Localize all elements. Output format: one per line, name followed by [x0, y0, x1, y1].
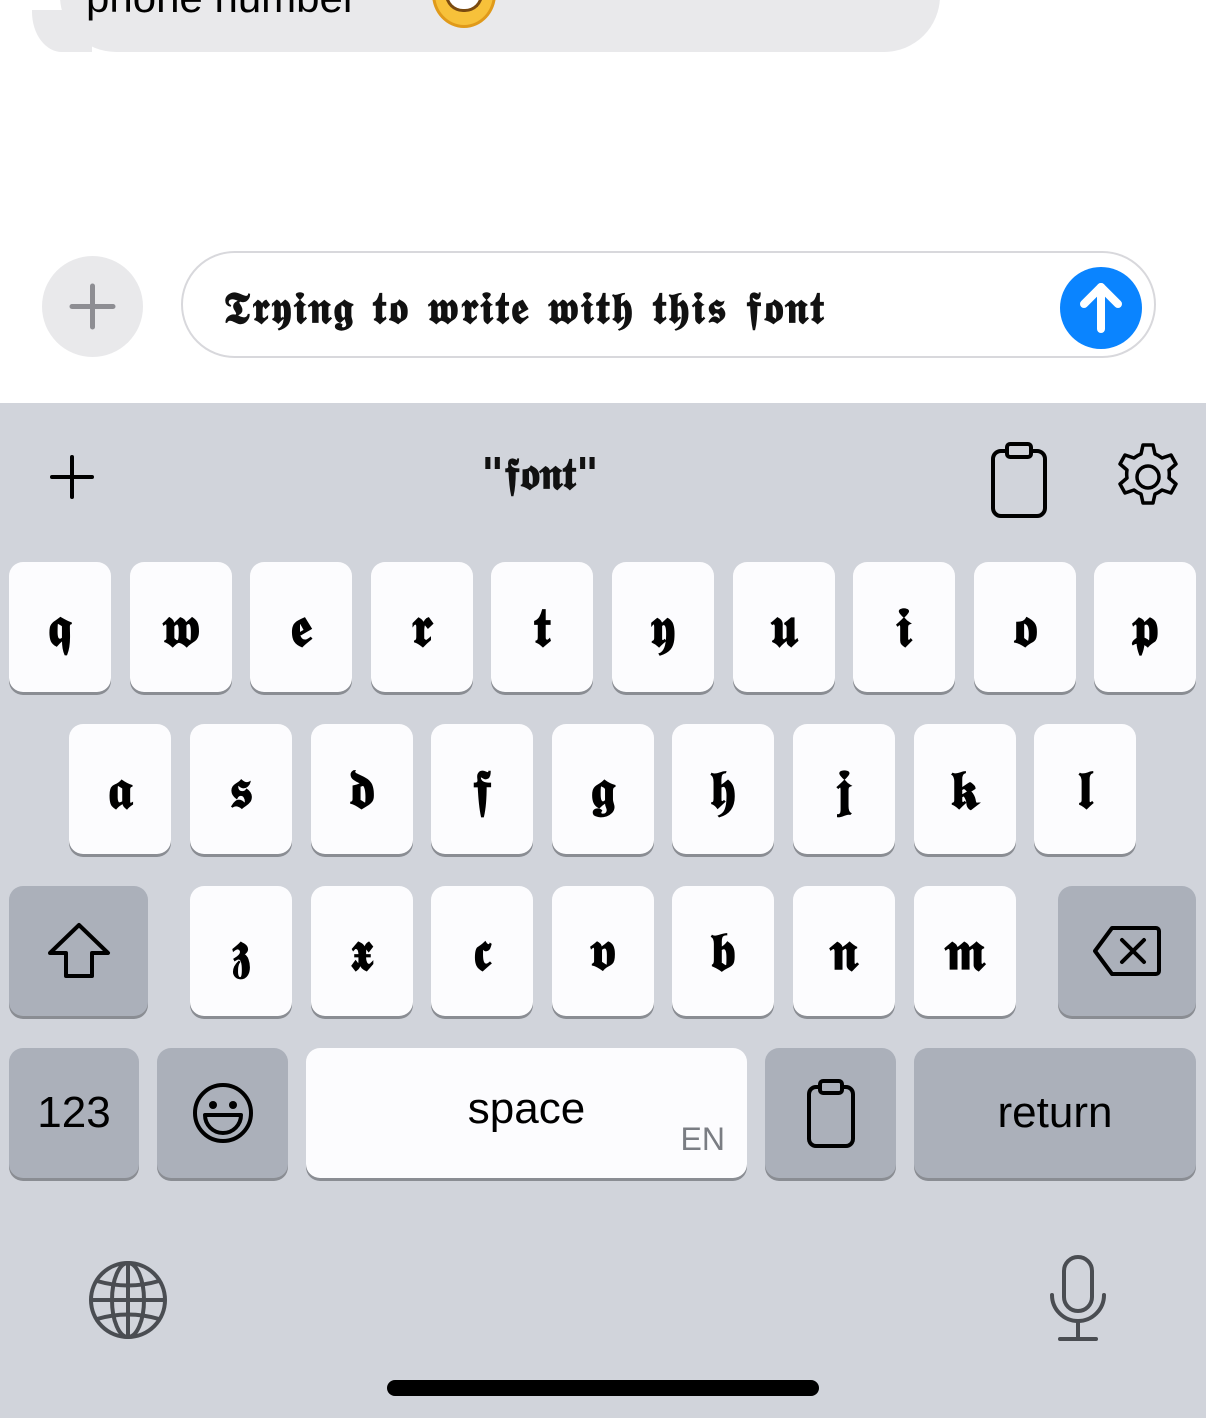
keyboard-toolbar: "𝖋𝖔𝖓𝖙"	[0, 403, 1206, 553]
key-w[interactable]: 𝖜	[130, 562, 232, 692]
key-g[interactable]: 𝖌	[552, 724, 654, 854]
key-x[interactable]: 𝖝	[311, 886, 413, 1016]
key-b[interactable]: 𝖇	[672, 886, 774, 1016]
key-u[interactable]: 𝖚	[733, 562, 835, 692]
backspace-icon	[1093, 926, 1161, 976]
key-d[interactable]: 𝖉	[311, 724, 413, 854]
key-j[interactable]: 𝖏	[793, 724, 895, 854]
key-l[interactable]: 𝖑	[1034, 724, 1136, 854]
space-language: EN	[680, 1121, 725, 1157]
toolbar-plus-button[interactable]	[46, 451, 98, 503]
dictation-button[interactable]	[1046, 1253, 1110, 1345]
globe-button[interactable]	[86, 1258, 170, 1342]
autocomplete-suggestion[interactable]: "𝖋𝖔𝖓𝖙"	[440, 449, 640, 500]
plus-icon	[50, 455, 94, 499]
delete-key[interactable]	[1058, 886, 1196, 1016]
space-key[interactable]: space EN	[306, 1048, 747, 1178]
key-a[interactable]: 𝖆	[69, 724, 171, 854]
message-input[interactable]: 𝕿𝖗𝖞𝖎𝖓𝖌 𝖙𝖔 𝖜𝖗𝖎𝖙𝖊 𝖜𝖎𝖙𝖍 𝖙𝖍𝖎𝖘 𝖋𝖔𝖓𝖙	[181, 251, 1156, 358]
shift-icon	[47, 923, 110, 978]
key-z[interactable]: 𝖟	[190, 886, 292, 1016]
return-key[interactable]: return	[914, 1048, 1196, 1178]
bubble-tail	[32, 10, 92, 52]
key-o[interactable]: 𝖔	[974, 562, 1076, 692]
key-p[interactable]: 𝖕	[1094, 562, 1196, 692]
plus-icon	[69, 283, 116, 330]
emoji-key[interactable]	[157, 1048, 288, 1178]
key-t[interactable]: 𝖙	[491, 562, 593, 692]
key-c[interactable]: 𝖈	[431, 886, 533, 1016]
key-f[interactable]: 𝖋	[431, 724, 533, 854]
key-v[interactable]: 𝖛	[552, 886, 654, 1016]
toolbar-clipboard-button[interactable]	[988, 439, 1050, 519]
key-i[interactable]: 𝖎	[853, 562, 955, 692]
add-attachment-button[interactable]	[42, 256, 143, 357]
send-button[interactable]	[1060, 267, 1142, 349]
key-n[interactable]: 𝖓	[793, 886, 895, 1016]
gear-icon	[1118, 443, 1178, 505]
clipboard-icon	[806, 1079, 855, 1148]
toolbar-settings-button[interactable]	[1110, 439, 1186, 515]
clipboard-icon	[991, 442, 1047, 518]
home-indicator[interactable]	[387, 1380, 819, 1396]
key-k[interactable]: 𝖐	[914, 724, 1016, 854]
shift-key[interactable]	[9, 886, 148, 1016]
globe-icon	[89, 1261, 167, 1339]
key-m[interactable]: 𝖒	[914, 886, 1016, 1016]
emoji-icon	[192, 1083, 253, 1143]
message-input-text[interactable]: 𝕿𝖗𝖞𝖎𝖓𝖌 𝖙𝖔 𝖜𝖗𝖎𝖙𝖊 𝖜𝖎𝖙𝖍 𝖙𝖍𝖎𝖘 𝖋𝖔𝖓𝖙	[223, 283, 826, 334]
microphone-icon	[1050, 1255, 1106, 1341]
key-h[interactable]: 𝖍	[672, 724, 774, 854]
key-r[interactable]: 𝖗	[371, 562, 473, 692]
received-message-text: phone number	[86, 0, 357, 22]
keyboard: "𝖋𝖔𝖓𝖙" 𝖖 𝖜 𝖊 𝖗 𝖙 𝖞 𝖚 𝖎 𝖔 𝖕 𝖆 𝖘 𝖉 𝖋 𝖌 𝖍 𝖏…	[0, 403, 1206, 1418]
clipboard-key[interactable]	[765, 1048, 896, 1178]
key-e[interactable]: 𝖊	[250, 562, 352, 692]
key-q[interactable]: 𝖖	[9, 562, 111, 692]
numbers-key[interactable]: 123	[9, 1048, 139, 1178]
arrow-up-icon	[1080, 283, 1122, 333]
key-y[interactable]: 𝖞	[612, 562, 714, 692]
key-s[interactable]: 𝖘	[190, 724, 292, 854]
